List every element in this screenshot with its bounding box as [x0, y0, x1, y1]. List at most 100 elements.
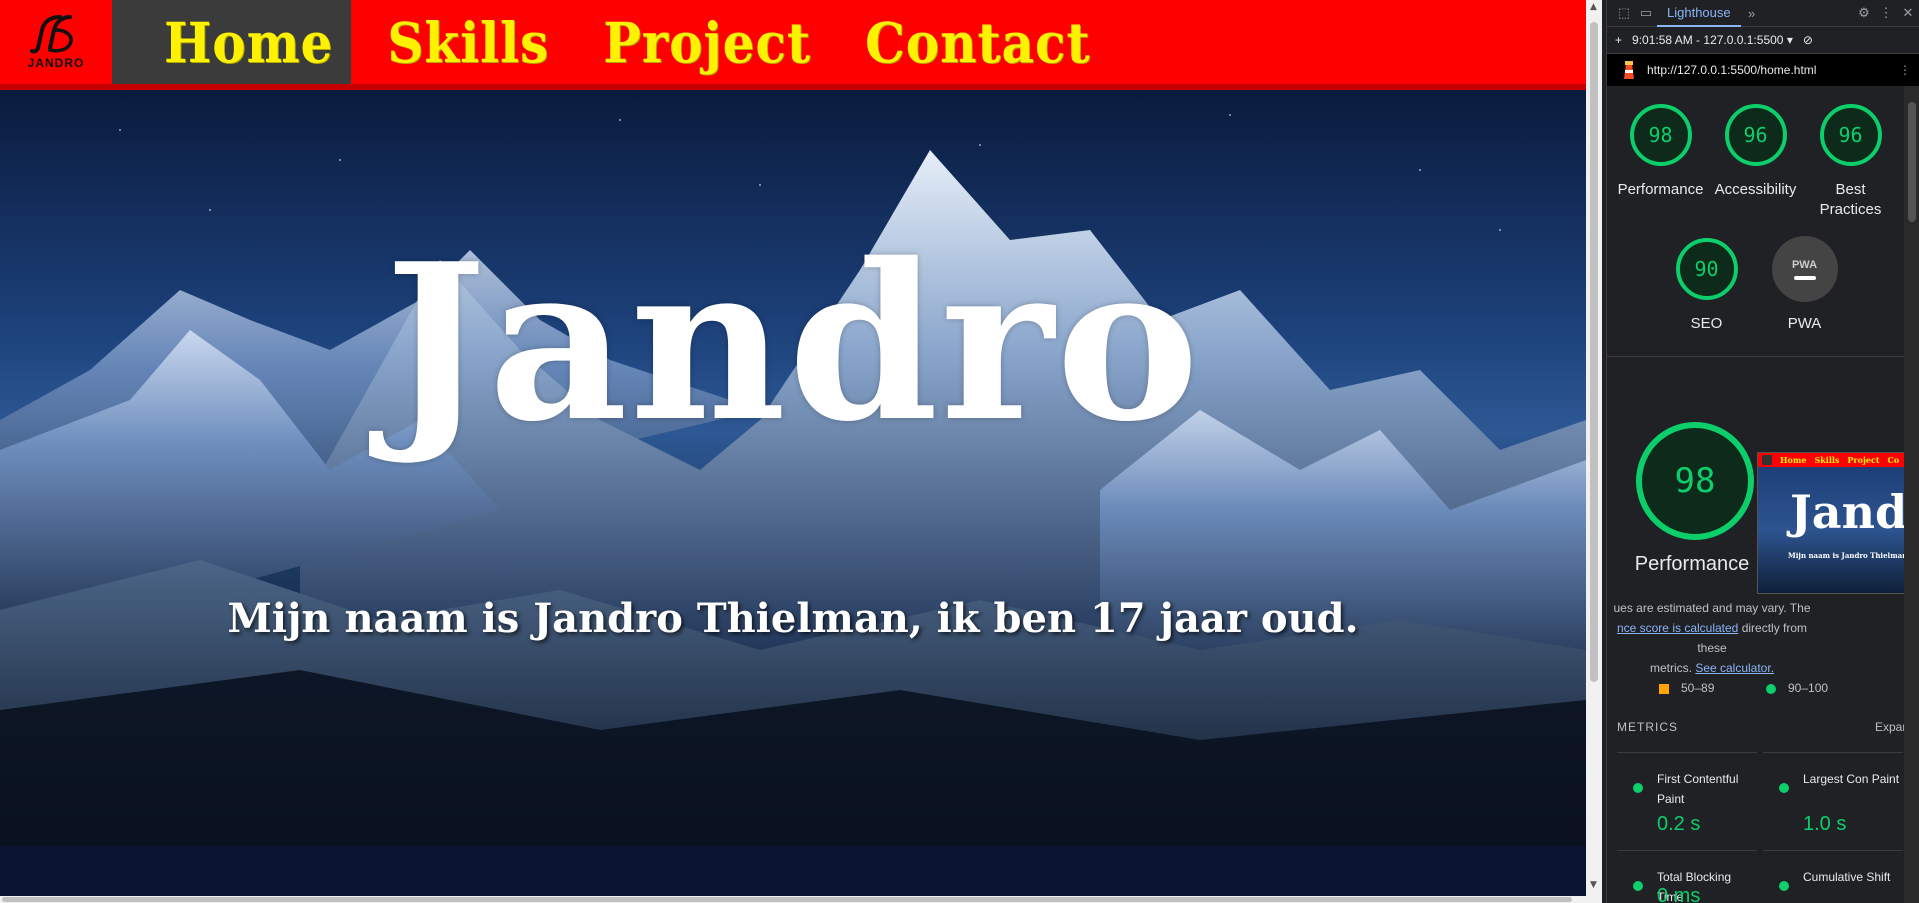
clear-reports-icon[interactable]: ⊘ — [1803, 33, 1813, 47]
devtools-tab-bar: ⬚ ▭ Lighthouse » ⚙ ⋮ ✕ — [1607, 0, 1919, 27]
horizontal-scrollbar-thumb[interactable] — [2, 897, 1572, 902]
logo-text: JANDRO — [27, 56, 85, 70]
hero-title: Jandro — [384, 216, 1202, 469]
category-scores: 98 Performance 96 Accessibility 96 Best … — [1607, 102, 1904, 220]
pwa-badge-text: PWA — [1791, 258, 1818, 271]
estimate-note: ues are estimated and may vary. The nce … — [1607, 598, 1817, 678]
thumbnail-nav-contact: Co — [1887, 455, 1900, 465]
gauge-best-practices-label: Best Practices — [1819, 181, 1882, 218]
pwa-dash — [1793, 275, 1816, 280]
average-square-icon — [1659, 684, 1669, 694]
gauge-seo-value: 90 — [1694, 257, 1719, 281]
metric-fcp-value: 0.2 s — [1657, 813, 1701, 835]
pass-circle-icon — [1633, 783, 1643, 793]
gauge-accessibility-value: 96 — [1743, 123, 1768, 147]
legend-good-label: 90–100 — [1788, 681, 1829, 695]
gauge-seo-label: SEO — [1690, 315, 1723, 332]
hero-section: Jandro Mijn naam is Jandro Thielman, ik … — [0, 90, 1586, 846]
performance-summary: 98 Performance Home Skills Project Co Ja… — [1607, 357, 1904, 594]
metric-lcp: Largest Con Paint 1.0 s — [1763, 752, 1903, 850]
thumbnail-subtitle: Mijn naam is Jandro Thielman — [1788, 551, 1904, 560]
report-menu-icon[interactable]: ⋮ — [1899, 63, 1919, 77]
see-calculator-link[interactable]: See calculator. — [1695, 661, 1774, 675]
nav-skills-label: Skills — [387, 9, 550, 75]
report-selector-label: 9:01:58 AM - 127.0.0.1:5500 — [1632, 33, 1784, 47]
note-line3: metrics. — [1649, 661, 1696, 675]
metric-lcp-value: 1.0 s — [1803, 813, 1847, 835]
thumbnail-navbar: Home Skills Project Co — [1758, 453, 1904, 467]
note-line1: ues are estimated and may vary. The — [1613, 601, 1811, 615]
metrics-header: METRICS Expan — [1617, 720, 1904, 734]
gauge-seo[interactable]: 90 SEO — [1659, 236, 1755, 334]
category-scores-row2: 90 SEO PWA PWA — [1607, 236, 1904, 334]
nav-skills[interactable]: Skills — [369, 0, 567, 84]
gauge-pwa[interactable]: PWA PWA — [1757, 236, 1853, 334]
page-vertical-scrollbar[interactable]: ▲ ▼ — [1586, 0, 1602, 903]
pass-circle-icon — [1779, 881, 1789, 891]
gauge-best-practices[interactable]: 96 Best Practices — [1803, 102, 1898, 220]
nav-home[interactable]: Home — [112, 0, 352, 84]
report-selector[interactable]: 9:01:58 AM - 127.0.0.1:5500 ▾ — [1632, 33, 1793, 47]
metric-cls-name: Cumulative Shift — [1803, 870, 1891, 884]
device-toolbar-icon[interactable]: ▭ — [1635, 2, 1657, 24]
thumbnail-nav-project: Project — [1847, 455, 1880, 465]
metric-tbt: Total Blocking Time 0 ms — [1617, 850, 1757, 903]
scroll-down-arrow-icon[interactable]: ▼ — [1590, 880, 1597, 890]
jandro-logo-icon — [30, 15, 73, 54]
metrics-title: METRICS — [1617, 720, 1678, 734]
lighthouse-report: 98 Performance 96 Accessibility 96 Best … — [1607, 86, 1904, 903]
thumbnail-title: Jandro — [1790, 485, 1904, 539]
gauge-performance-value: 98 — [1648, 123, 1673, 147]
thumbnail-logo — [1762, 455, 1772, 465]
thumbnail-nav-skills: Skills — [1814, 455, 1840, 465]
pwa-badge-icon: PWA — [1771, 236, 1838, 302]
pass-circle-icon — [1779, 783, 1789, 793]
close-icon[interactable]: ✕ — [1897, 2, 1919, 24]
nav-contact-label: Contact — [864, 9, 1091, 75]
page-below-fold — [0, 846, 1586, 903]
gauge-accessibility[interactable]: 96 Accessibility — [1708, 102, 1803, 220]
more-tabs-icon[interactable]: » — [1741, 2, 1763, 24]
metric-tbt-value: 0 ms — [1657, 885, 1701, 903]
legend-average-label: 50–89 — [1681, 681, 1715, 695]
report-url-bar: http://127.0.0.1:5500/home.html ⋮ — [1607, 54, 1919, 86]
settings-gear-icon[interactable]: ⚙ — [1853, 2, 1875, 24]
nav-contact[interactable]: Contact — [847, 0, 1109, 84]
nav-home-label: Home — [164, 9, 334, 75]
metric-cls: Cumulative Shift — [1763, 850, 1903, 903]
devtools-panel: ⬚ ▭ Lighthouse » ⚙ ⋮ ✕ + 9:01:58 AM - 12… — [1606, 0, 1919, 903]
tab-lighthouse[interactable]: Lighthouse — [1657, 0, 1741, 27]
pass-circle-icon — [1633, 881, 1643, 891]
metric-fcp: First Contentful Paint 0.2 s — [1617, 752, 1757, 850]
gauge-performance-label: Performance — [1617, 181, 1704, 198]
new-report-plus-icon[interactable]: + — [1615, 33, 1622, 47]
scroll-up-arrow-icon[interactable]: ▲ — [1590, 2, 1597, 12]
inspect-element-icon[interactable]: ⬚ — [1613, 2, 1635, 24]
metric-lcp-name: Largest Con Paint — [1803, 772, 1900, 786]
thumbnail-nav-home: Home — [1780, 455, 1807, 465]
horizontal-scrollbar[interactable] — [0, 896, 1586, 903]
kebab-menu-icon[interactable]: ⋮ — [1875, 2, 1897, 24]
nav-project-label: Project — [603, 9, 811, 75]
site-navbar: JANDRO Home Skills Project Contact — [0, 0, 1586, 90]
dropdown-caret-icon: ▾ — [1786, 33, 1793, 47]
good-circle-icon — [1766, 684, 1776, 694]
performance-score-value: 98 — [1674, 461, 1716, 501]
devtools-scrollbar[interactable] — [1904, 86, 1919, 903]
performance-score-label: Performance — [1634, 553, 1750, 575]
score-calculated-link[interactable]: nce score is calculated — [1617, 621, 1738, 635]
page-screenshot-thumbnail[interactable]: Home Skills Project Co Jandro Mijn naam … — [1757, 452, 1904, 594]
lighthouse-logo-icon — [1624, 61, 1634, 79]
expand-view-toggle[interactable]: Expan — [1875, 720, 1904, 734]
lighthouse-toolbar: + 9:01:58 AM - 127.0.0.1:5500 ▾ ⊘ — [1607, 27, 1919, 54]
page-scrollbar-thumb[interactable] — [1590, 22, 1598, 682]
gauge-best-practices-value: 96 — [1838, 123, 1863, 147]
gauge-pwa-label: PWA — [1787, 315, 1822, 332]
site-logo[interactable]: JANDRO — [0, 0, 112, 84]
nav-project[interactable]: Project — [585, 0, 829, 84]
website-viewport: JANDRO Home Skills Project Contact Jandr… — [0, 0, 1586, 903]
gauge-performance[interactable]: 98 Performance — [1613, 102, 1708, 220]
gauge-accessibility-label: Accessibility — [1714, 181, 1797, 198]
devtools-scrollbar-thumb[interactable] — [1908, 102, 1916, 222]
report-url: http://127.0.0.1:5500/home.html — [1647, 63, 1817, 77]
